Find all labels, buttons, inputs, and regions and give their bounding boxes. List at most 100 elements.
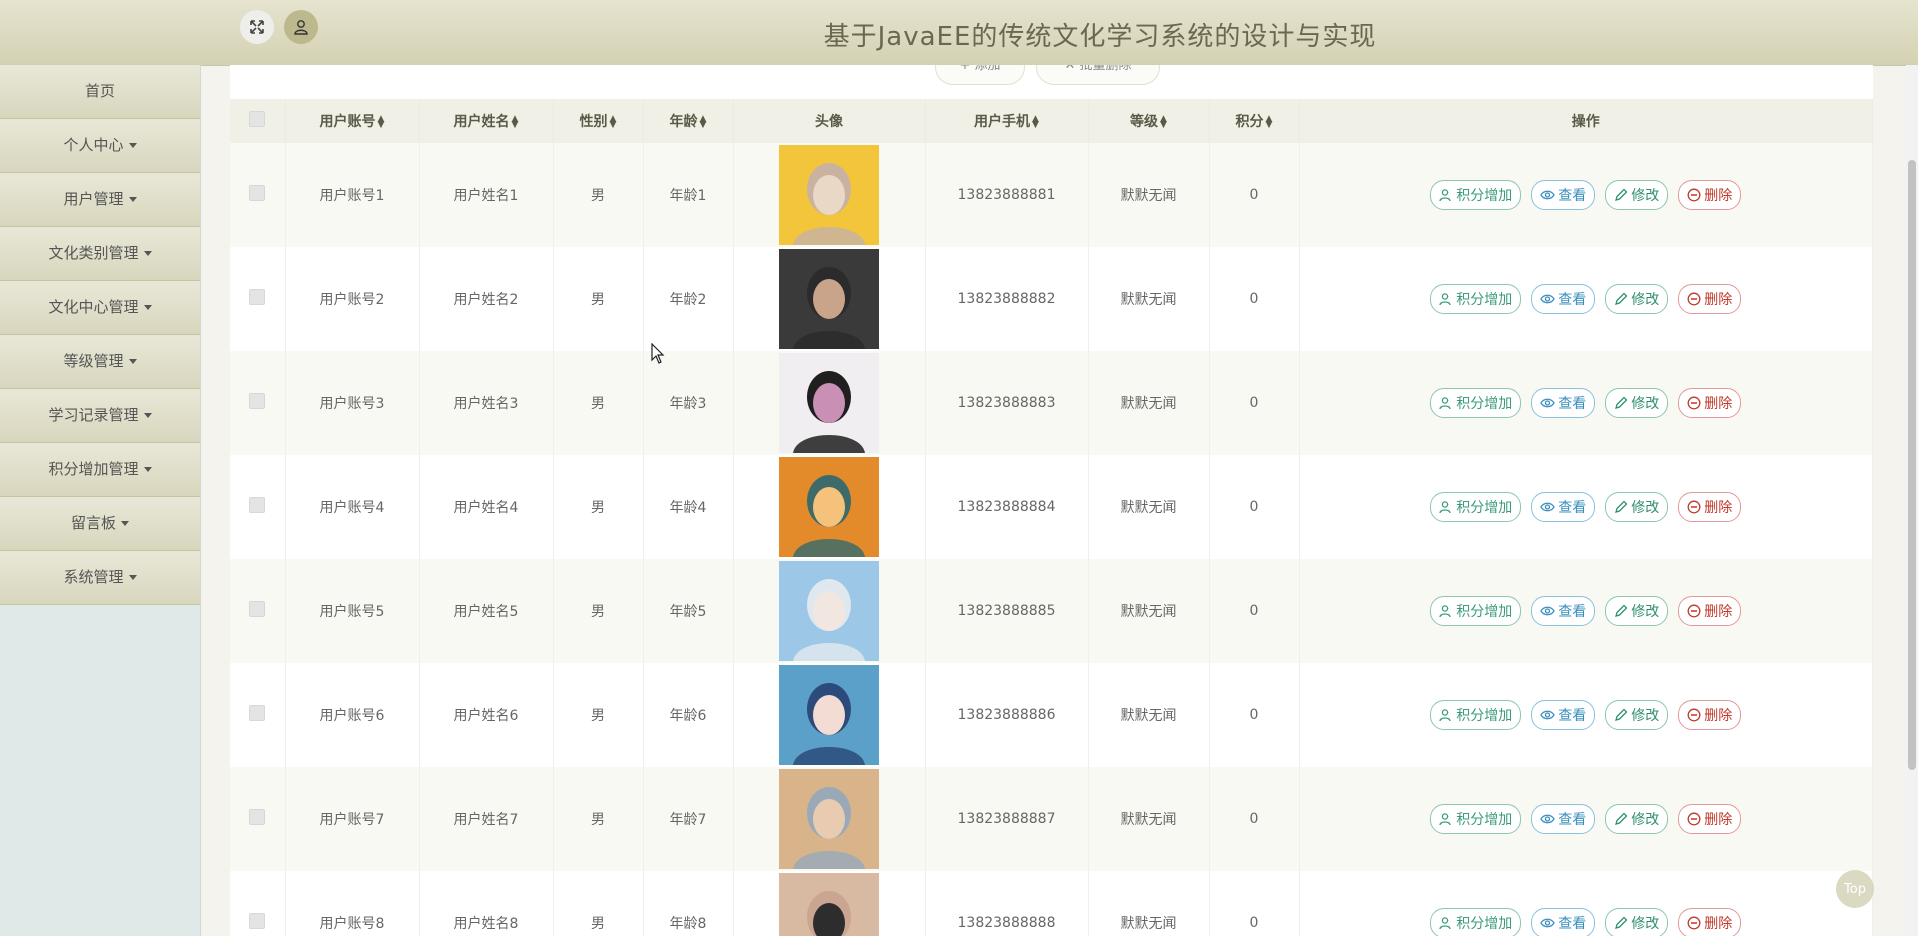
delete-button[interactable]: 删除	[1678, 700, 1742, 730]
add-points-button[interactable]: 积分增加	[1430, 492, 1522, 522]
sidebar-item-1[interactable]: 个人中心	[0, 119, 200, 173]
batch-delete-button[interactable]: ✕ 批量删除	[1036, 65, 1160, 85]
user-table: 用户账号 ▲ ▼ 用户姓名 ▲ ▼ 性别 ▲ ▼ 年龄 ▲ ▼ 头像 用户手机 ▲ ▼ 等级 ▲ ▼ 积分 ▲ ▼ 操作 用…	[230, 99, 1873, 936]
delete-button[interactable]: 删除	[1678, 908, 1742, 936]
gender-cell: 男	[553, 871, 644, 936]
add-points-button[interactable]: 积分增加	[1430, 700, 1522, 730]
avatar[interactable]	[779, 561, 879, 661]
add-points-button[interactable]: 积分增加	[1430, 596, 1522, 626]
column-header-1[interactable]: 用户账号 ▲ ▼	[285, 99, 420, 143]
column-header-6[interactable]: 用户手机 ▲ ▼	[925, 99, 1089, 143]
delete-button[interactable]: 删除	[1678, 388, 1742, 418]
row-checkbox[interactable]	[249, 809, 266, 825]
edit-button[interactable]: 修改	[1605, 492, 1669, 522]
sidebar-item-0[interactable]: 首页	[0, 65, 200, 119]
level-cell: 默默无闻	[1088, 767, 1210, 871]
button-label: 积分增加	[1456, 604, 1513, 620]
delete-button[interactable]: 删除	[1678, 804, 1742, 834]
avatar[interactable]	[779, 873, 879, 936]
column-header-2[interactable]: 用户姓名 ▲ ▼	[419, 99, 554, 143]
view-button[interactable]: 查看	[1531, 388, 1596, 418]
edit-button[interactable]: 修改	[1605, 284, 1669, 314]
expand-icon	[250, 20, 264, 34]
delete-button[interactable]: 删除	[1678, 180, 1742, 210]
row-checkbox[interactable]	[249, 289, 266, 305]
eye-icon	[1540, 292, 1556, 306]
row-checkbox[interactable]	[249, 497, 266, 513]
level-cell: 默默无闻	[1088, 871, 1210, 936]
view-button[interactable]: 查看	[1531, 492, 1596, 522]
avatar[interactable]	[779, 665, 879, 765]
row-checkbox[interactable]	[249, 601, 266, 617]
back-to-top-button[interactable]: Top	[1836, 870, 1874, 908]
sidebar-item-5[interactable]: 等级管理	[0, 335, 200, 389]
phone-cell: 13823888887	[925, 767, 1089, 871]
user-plus-icon	[1439, 708, 1453, 722]
user-plus-icon	[1439, 188, 1453, 202]
view-button[interactable]: 查看	[1531, 804, 1596, 834]
edit-button[interactable]: 修改	[1605, 596, 1669, 626]
add-button[interactable]: + 添加	[935, 65, 1025, 85]
delete-button[interactable]: 删除	[1678, 284, 1742, 314]
caret-down-icon	[128, 197, 137, 202]
avatar[interactable]	[779, 769, 879, 869]
pencil-icon	[1614, 500, 1628, 514]
level-cell: 默默无闻	[1088, 143, 1210, 247]
sort-icon[interactable]: ▲ ▼	[610, 115, 617, 130]
sort-icon[interactable]: ▲ ▼	[512, 115, 519, 130]
row-checkbox[interactable]	[249, 913, 266, 929]
sidebar-item-7[interactable]: 积分增加管理	[0, 443, 200, 497]
sort-icon[interactable]: ▲ ▼	[1160, 115, 1167, 130]
view-button[interactable]: 查看	[1531, 596, 1596, 626]
scrollbar-thumb[interactable]	[1908, 160, 1916, 770]
caret-down-icon	[128, 575, 137, 580]
button-label: 查看	[1558, 812, 1587, 828]
sort-icon[interactable]: ▲ ▼	[378, 115, 385, 130]
column-header-8[interactable]: 积分 ▲ ▼	[1209, 99, 1300, 143]
sidebar-item-6[interactable]: 学习记录管理	[0, 389, 200, 443]
column-header-4[interactable]: 年龄 ▲ ▼	[643, 99, 734, 143]
delete-button[interactable]: 删除	[1678, 596, 1742, 626]
sidebar-item-4[interactable]: 文化中心管理	[0, 281, 200, 335]
view-button[interactable]: 查看	[1531, 284, 1596, 314]
name-cell: 用户姓名2	[419, 247, 554, 351]
avatar[interactable]	[779, 457, 879, 557]
view-button[interactable]: 查看	[1531, 700, 1596, 730]
edit-button[interactable]: 修改	[1605, 700, 1669, 730]
row-checkbox[interactable]	[249, 185, 266, 201]
add-points-button[interactable]: 积分增加	[1430, 908, 1522, 936]
edit-button[interactable]: 修改	[1605, 180, 1669, 210]
avatar[interactable]	[779, 353, 879, 453]
sort-icon[interactable]: ▲ ▼	[700, 115, 707, 130]
edit-button[interactable]: 修改	[1605, 908, 1669, 936]
column-header-7[interactable]: 等级 ▲ ▼	[1088, 99, 1210, 143]
add-points-button[interactable]: 积分增加	[1430, 180, 1522, 210]
caret-down-icon	[128, 143, 137, 148]
view-button[interactable]: 查看	[1531, 908, 1596, 936]
edit-button[interactable]: 修改	[1605, 388, 1669, 418]
select-all-checkbox[interactable]	[249, 111, 266, 127]
avatar-cell	[733, 247, 926, 351]
sidebar-item-3[interactable]: 文化类别管理	[0, 227, 200, 281]
edit-button[interactable]: 修改	[1605, 804, 1669, 834]
avatar[interactable]	[779, 249, 879, 349]
row-checkbox[interactable]	[249, 705, 266, 721]
column-header-3[interactable]: 性别 ▲ ▼	[553, 99, 644, 143]
avatar[interactable]	[779, 145, 879, 245]
add-points-button[interactable]: 积分增加	[1430, 388, 1522, 418]
view-button[interactable]: 查看	[1531, 180, 1596, 210]
add-points-button[interactable]: 积分增加	[1430, 284, 1522, 314]
sidebar-item-label: 用户管理	[63, 190, 124, 208]
fullscreen-button[interactable]	[240, 10, 274, 44]
delete-button[interactable]: 删除	[1678, 492, 1742, 522]
sort-icon[interactable]: ▲ ▼	[1032, 115, 1039, 130]
actions-cell: 积分增加 查看 修改 删除	[1299, 559, 1873, 663]
sidebar-item-2[interactable]: 用户管理	[0, 173, 200, 227]
sidebar-item-8[interactable]: 留言板	[0, 497, 200, 551]
sort-icon[interactable]: ▲ ▼	[1266, 115, 1273, 130]
user-menu-button[interactable]	[284, 10, 318, 44]
minus-circle-icon	[1687, 188, 1701, 202]
sidebar-item-9[interactable]: 系统管理	[0, 551, 200, 605]
row-checkbox[interactable]	[249, 393, 266, 409]
add-points-button[interactable]: 积分增加	[1430, 804, 1522, 834]
